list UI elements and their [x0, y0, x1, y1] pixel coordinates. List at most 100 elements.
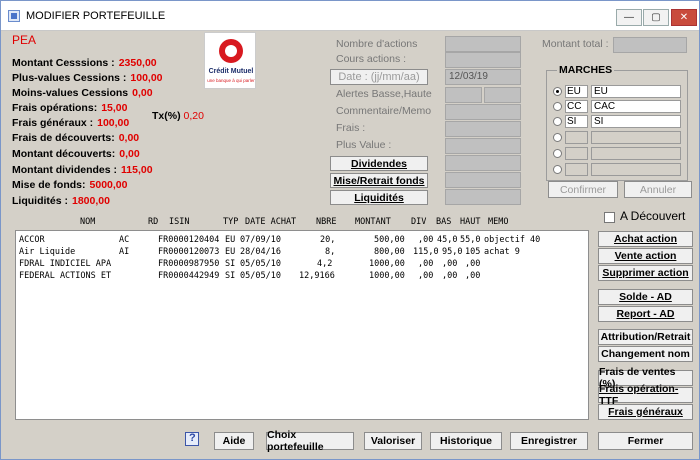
label-frais: Frais : [336, 122, 366, 134]
logo-line1: Crédit Mutuel [208, 68, 254, 75]
aide-button[interactable]: Aide [214, 432, 254, 450]
dividendes-field[interactable] [445, 155, 521, 171]
solde-ad-button[interactable]: Solde - AD [598, 289, 693, 305]
minimize-button[interactable]: — [616, 9, 642, 26]
frais-generaux-button[interactable]: Frais généraux [598, 404, 693, 420]
column-header-nom: NOM [80, 217, 96, 227]
marche-code [565, 131, 588, 144]
column-header-typ: TYP [223, 217, 239, 227]
liquidites-field[interactable] [445, 189, 521, 205]
marche-radio[interactable] [553, 149, 562, 158]
a-decouvert-label: A Découvert [620, 209, 686, 223]
achat-action-button[interactable]: Achat action [598, 231, 693, 247]
vente-action-button[interactable]: Vente action [598, 248, 693, 264]
app-icon [8, 10, 20, 22]
stat-frais-operations: Frais opérations: 15,00 [12, 102, 128, 114]
date-button[interactable]: Date : (jj/mm/aa) [330, 69, 428, 85]
title-bar: MODIFIER PORTEFEUILLE — ▢ ✕ [1, 1, 699, 31]
marche-code [565, 163, 588, 176]
plus-value-field[interactable] [445, 138, 521, 154]
marche-radio[interactable] [553, 133, 562, 142]
table-row[interactable]: FDRAL INDICIEL APA FR0000987950 SI 05/05… [19, 259, 587, 270]
stat-frais-decouverts: Frais de découverts: 0,00 [12, 132, 140, 144]
tx-indicator: Tx(%) 0,20 [152, 110, 204, 122]
credit-mutuel-logo: Crédit Mutuel une banque à qui parler [204, 32, 256, 89]
report-ad-button[interactable]: Report - AD [598, 306, 693, 322]
label-commentaire: Commentaire/Memo [336, 105, 432, 117]
confirmer-button[interactable]: Confirmer [548, 181, 618, 198]
stat-moins-values: Moins-values Cessions 0,00 [12, 87, 153, 99]
marche-radio[interactable] [553, 117, 562, 126]
choix-portefeuille-button[interactable]: Choix portefeuille [266, 429, 354, 453]
marche-code [565, 147, 588, 160]
marche-radio[interactable] [553, 102, 562, 111]
marche-name: SI [591, 115, 681, 128]
marche-radio[interactable] [553, 165, 562, 174]
alerte-haute-field[interactable] [484, 87, 521, 103]
enregistrer-button[interactable]: Enregistrer [510, 432, 588, 450]
annuler-button[interactable]: Annuler [624, 181, 692, 198]
portfolio-type: PEA [12, 33, 37, 47]
dividendes-button[interactable]: Dividendes [330, 156, 428, 171]
commentaire-field[interactable] [445, 104, 521, 120]
marche-code: EU [565, 85, 588, 98]
alerte-basse-field[interactable] [445, 87, 482, 103]
cours-actions-field[interactable] [445, 52, 521, 68]
stat-frais-generaux: Frais généraux :100,00 [12, 117, 130, 129]
column-header-montant: MONTANT [355, 217, 391, 227]
frais-operation-ttf-button[interactable]: Frais opération-TTF [598, 383, 693, 407]
marche-name [591, 131, 681, 144]
stat-montant-decouverts: Montant découverts: 0,00 [12, 148, 140, 160]
table-row[interactable]: ACCOR AC FR0000120404 EU 07/09/10 20, 50… [19, 235, 587, 246]
marche-code: SI [565, 115, 588, 128]
marche-radio[interactable] [553, 87, 562, 96]
fermer-button[interactable]: Fermer [598, 432, 693, 450]
marche-name [591, 163, 681, 176]
date-field[interactable]: 12/03/19 [445, 69, 521, 85]
marches-group: MARCHES EU EU CC CAC SI SI [546, 64, 688, 181]
column-header-nbre: NBRE [316, 217, 337, 227]
stat-mise-de-fonds: Mise de fonds: 5000,00 [12, 179, 128, 191]
changement-nom-button[interactable]: Changement nom [598, 346, 693, 362]
supprimer-action-button[interactable]: Supprimer action [598, 265, 693, 281]
liquidites-button[interactable]: Liquidités [330, 190, 428, 205]
stat-plus-values: Plus-values Cessions :100,00 [12, 72, 163, 84]
stat-liquidites: Liquidités :1800,00 [12, 195, 110, 207]
portfolio-listbox[interactable]: ACCOR AC FR0000120404 EU 07/09/10 20, 50… [15, 230, 589, 420]
marche-name: EU [591, 85, 681, 98]
frais-field[interactable] [445, 121, 521, 137]
stat-montant-dividendes: Montant dividendes :115,00 [12, 164, 153, 176]
marche-name: CAC [591, 100, 681, 113]
label-alertes: Alertes Basse,Haute [336, 88, 432, 100]
nombre-actions-field[interactable] [445, 36, 521, 52]
marche-name [591, 147, 681, 160]
column-header-isin: ISIN [169, 217, 190, 227]
mise-retrait-field[interactable] [445, 172, 521, 188]
montant-total-field [613, 37, 687, 53]
logo-line2: une banque à qui parler [207, 78, 255, 83]
table-row[interactable]: FEDERAL ACTIONS ET FR0000442949 SI 05/05… [19, 271, 587, 282]
modifier-portefeuille-window: MODIFIER PORTEFEUILLE — ▢ ✕ PEA Montant … [0, 0, 700, 460]
help-icon[interactable] [185, 432, 199, 446]
stat-montant-cessions: Montant Cesssions :2350,00 [12, 57, 157, 69]
mise-retrait-fonds-button[interactable]: Mise/Retrait fonds [330, 173, 428, 188]
a-decouvert-checkbox[interactable] [604, 212, 615, 223]
close-button[interactable]: ✕ [671, 9, 697, 26]
label-cours-actions: Cours actions : [336, 53, 407, 65]
marches-title: MARCHES [557, 64, 615, 76]
historique-button[interactable]: Historique [430, 432, 502, 450]
column-header-bas: BAS [436, 217, 452, 227]
maximize-button[interactable]: ▢ [643, 9, 669, 26]
column-header-haut: HAUT [460, 217, 481, 227]
marche-code: CC [565, 100, 588, 113]
table-row[interactable]: Air Liquide AI FR0000120073 EU 28/04/16 … [19, 247, 587, 258]
label-nombre-actions: Nombre d'actions [336, 38, 418, 50]
window-title: MODIFIER PORTEFEUILLE [26, 10, 166, 22]
valoriser-button[interactable]: Valoriser [364, 432, 422, 450]
label-plus-value: Plus Value : [336, 139, 392, 151]
logo-mark-icon [219, 39, 243, 63]
column-header-memo: MEMO [488, 217, 509, 227]
attribution-retrait-button[interactable]: Attribution/Retrait [598, 329, 693, 345]
column-header-date-achat: DATE ACHAT [245, 217, 297, 227]
column-header-div: DIV [411, 217, 427, 227]
